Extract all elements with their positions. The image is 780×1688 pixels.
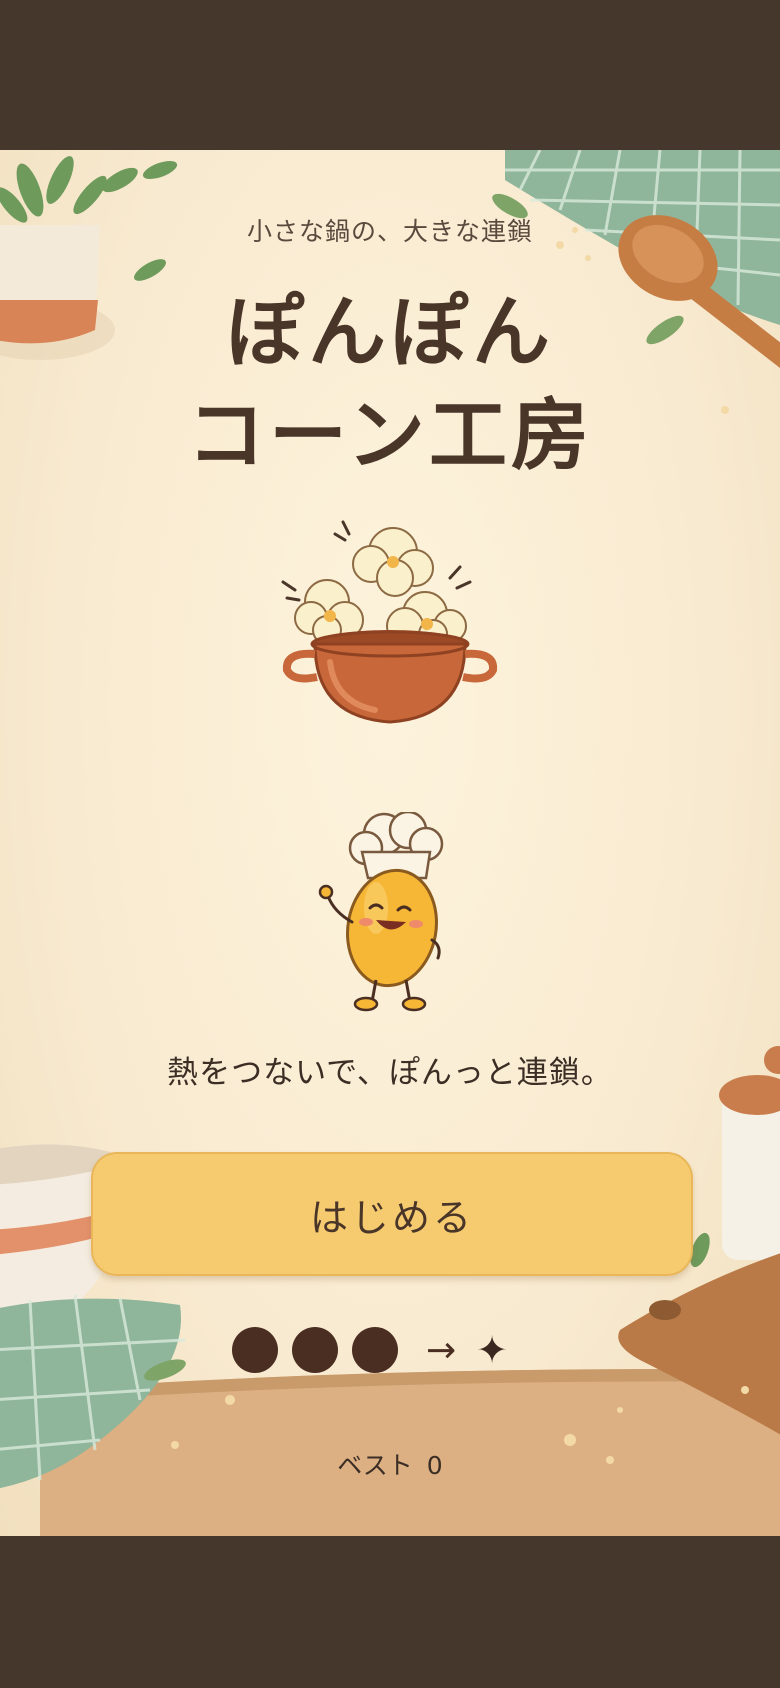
- chain-hint: → ✦: [232, 1320, 552, 1380]
- arrow-right-icon: →: [426, 1329, 457, 1371]
- chain-dot-icon: [232, 1327, 278, 1373]
- best-score-value: 0: [426, 1451, 443, 1480]
- title-screen: 小さな鍋の、大きな連鎖 ぽんぽん コーン工房 熱をつないで、ぽんっと連鎖。 はじ…: [0, 150, 780, 1536]
- chain-dot-icon: [352, 1327, 398, 1373]
- tagline: 熱をつないで、ぽんっと連鎖。: [167, 1055, 613, 1091]
- popcorn-pot-illustration: [281, 520, 498, 724]
- corn-chef-mascot: [318, 812, 444, 1012]
- subtitle: 小さな鍋の、大きな連鎖: [246, 217, 533, 246]
- best-score-label: ベスト: [337, 1451, 413, 1480]
- sparkle-icon: ✦: [476, 1328, 509, 1372]
- game-title-line1: ぽんぽん: [225, 288, 554, 378]
- start-button[interactable]: はじめる: [91, 1152, 693, 1276]
- best-score: ベスト 0: [0, 1446, 780, 1482]
- game-title-line2: コーン工房: [186, 391, 594, 481]
- chain-dot-icon: [292, 1327, 338, 1373]
